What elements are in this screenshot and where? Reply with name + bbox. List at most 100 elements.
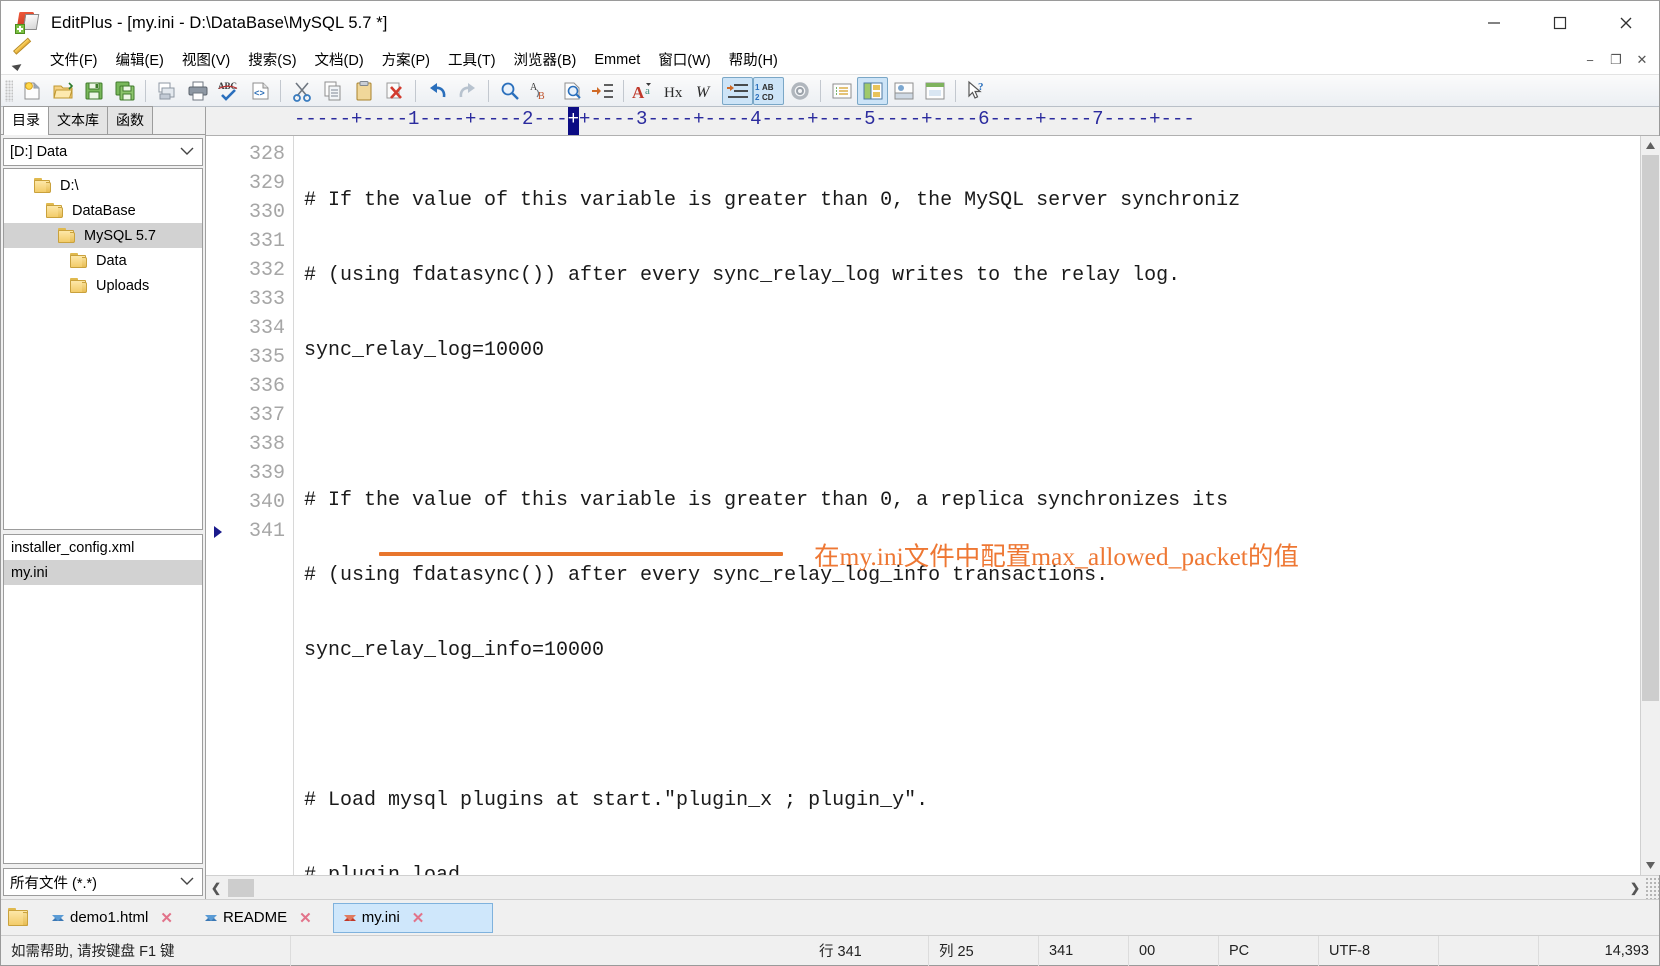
scroll-up-arrow-icon[interactable] [1640, 136, 1660, 155]
resize-grip[interactable] [1645, 876, 1659, 899]
horizontal-scroll-track[interactable] [226, 876, 1625, 899]
redo-arrow-icon[interactable] [452, 77, 483, 105]
goto-list-icon[interactable] [587, 77, 618, 105]
abc-spellcheck-icon[interactable]: ABC [213, 77, 244, 105]
tree-node-mysql-57[interactable]: MySQL 5.7 [4, 223, 202, 248]
menu-search[interactable]: 搜索(S) [239, 46, 305, 73]
save-all-icon[interactable] [109, 77, 140, 105]
font-case-icon[interactable]: A a [629, 77, 660, 105]
tree-node-label: MySQL 5.7 [84, 227, 156, 244]
scroll-down-arrow-icon[interactable] [1640, 856, 1660, 875]
svg-text:B: B [538, 91, 545, 102]
toolbar-grip[interactable] [5, 79, 13, 102]
doc-tab-demo1-html[interactable]: demo1.html ✕ [41, 903, 182, 933]
close-icon[interactable]: ✕ [412, 909, 425, 927]
sidebar-tab-function[interactable]: 函数 [107, 106, 153, 134]
scissors-icon[interactable] [286, 77, 317, 105]
tree-node-data[interactable]: Data [4, 248, 202, 273]
file-filter-select[interactable]: 所有文件 (*.*) [3, 868, 203, 896]
search-document-icon[interactable] [556, 77, 587, 105]
horizontal-scroll-thumb[interactable] [228, 878, 254, 897]
code-line: # plugin_load [304, 861, 1640, 875]
minimize-button[interactable] [1461, 1, 1527, 45]
doc-tab-readme[interactable]: README ✕ [194, 903, 321, 933]
sidebar-tab-directory[interactable]: 目录 [3, 106, 49, 135]
menu-browser[interactable]: 浏览器(B) [505, 46, 586, 73]
line-number-gutter: 328 329 330 331 332 333 334 335 336 337 … [206, 136, 294, 875]
scroll-left-arrow-icon[interactable]: ❮ [206, 877, 226, 899]
folder-icon[interactable] [5, 903, 41, 933]
file-list-item-my-ini[interactable]: my.ini [4, 560, 202, 585]
folder-icon [70, 277, 90, 294]
menu-help[interactable]: 帮助(H) [720, 46, 787, 73]
help-arrow-icon[interactable]: ? [961, 77, 992, 105]
save-disk-icon[interactable] [78, 77, 109, 105]
editor-vertical-scrollbar[interactable] [1640, 136, 1660, 875]
scroll-right-arrow-icon[interactable]: ❯ [1625, 877, 1645, 899]
indent-icon[interactable] [722, 76, 753, 105]
directory-pane-icon[interactable] [857, 76, 888, 105]
print-preview-icon[interactable] [151, 77, 182, 105]
menu-document[interactable]: 文档(D) [306, 46, 373, 73]
line-number: 332 [248, 259, 285, 282]
mdi-close-button[interactable]: ✕ [1629, 48, 1655, 72]
hex-icon[interactable]: Hx [660, 77, 691, 105]
column-ruler-row: -----+----1----+----2----+----3----+----… [206, 107, 1659, 136]
menu-tools[interactable]: 工具(T) [439, 46, 505, 73]
maximize-button[interactable] [1527, 1, 1593, 45]
folder-tree[interactable]: D:\ DataBase MySQL 5.7 Data Uploads [3, 168, 203, 530]
close-icon[interactable]: ✕ [160, 909, 173, 927]
red-x-icon[interactable] [379, 77, 410, 105]
close-icon[interactable]: ✕ [299, 909, 312, 927]
folder-icon [34, 177, 54, 194]
clipboard-icon[interactable] [348, 77, 379, 105]
menu-file[interactable]: 文件(F) [41, 46, 107, 73]
doc-list-icon[interactable] [826, 77, 857, 105]
folder-icon-glyph [8, 908, 32, 927]
doc-tab-my-ini[interactable]: my.ini ✕ [332, 902, 493, 933]
drive-select[interactable]: [D:] Data [3, 138, 203, 166]
ruler-ticks: -----+----1----+----2----+----3----+----… [294, 108, 1195, 130]
editor-pane: -----+----1----+----2----+----3----+----… [206, 107, 1660, 899]
magnifier-icon[interactable] [494, 77, 525, 105]
word-wrap-w-icon[interactable]: W [691, 77, 722, 105]
find-replace-ab-icon[interactable]: A B [525, 77, 556, 105]
annotation-text: 在my.ini文件中配置max_allowed_packet的值 [814, 542, 1299, 571]
tree-node-uploads[interactable]: Uploads [4, 273, 202, 298]
menu-window[interactable]: 窗口(W) [649, 46, 719, 73]
undo-arrow-icon[interactable] [421, 77, 452, 105]
code-tags-icon[interactable]: <> [244, 77, 275, 105]
new-document-icon[interactable] [16, 77, 47, 105]
sort-ab-cd-icon[interactable]: 1 AB 2 CD [753, 76, 784, 105]
line-number: 339 [248, 462, 285, 485]
code-text[interactable]: # If the value of this variable is great… [294, 136, 1640, 875]
menu-emmet[interactable]: Emmet [585, 49, 649, 71]
toolbar-separator [145, 79, 146, 102]
tree-node-d-root[interactable]: D:\ [4, 173, 202, 198]
close-button[interactable] [1593, 1, 1659, 45]
editor-horizontal-scrollbar[interactable]: ❮ ❯ [206, 875, 1659, 899]
menu-edit[interactable]: 编辑(E) [107, 46, 173, 73]
menu-view[interactable]: 视图(V) [173, 46, 239, 73]
mdi-restore-button[interactable]: ❐ [1603, 48, 1629, 72]
file-list-item-installer-config[interactable]: installer_config.xml [4, 535, 202, 560]
code-line: # If the value of this variable is great… [304, 489, 1229, 512]
toolbar-separator [415, 79, 416, 102]
vertical-scroll-track[interactable] [1640, 155, 1660, 856]
line-number: 330 [248, 201, 285, 224]
mdi-minimize-button[interactable]: − [1577, 48, 1603, 72]
copy-icon[interactable] [317, 77, 348, 105]
menu-project[interactable]: 方案(P) [373, 46, 439, 73]
open-folder-icon[interactable] [47, 77, 78, 105]
gear-icon[interactable] [784, 77, 815, 105]
file-list[interactable]: installer_config.xml my.ini [3, 534, 203, 864]
printer-icon[interactable] [182, 77, 213, 105]
vertical-scroll-thumb[interactable] [1641, 155, 1659, 701]
output-window-icon[interactable] [888, 77, 919, 105]
sidebar-tab-cliptext[interactable]: 文本库 [48, 106, 108, 134]
browser-preview-icon[interactable] [919, 77, 950, 105]
main-toolbar: ABC <> A B A a Hx W 1 AB 2 CD ? [1, 75, 1659, 107]
ruler-corner [206, 107, 294, 135]
tree-node-database[interactable]: DataBase [4, 198, 202, 223]
line-number: 328 [248, 143, 285, 166]
